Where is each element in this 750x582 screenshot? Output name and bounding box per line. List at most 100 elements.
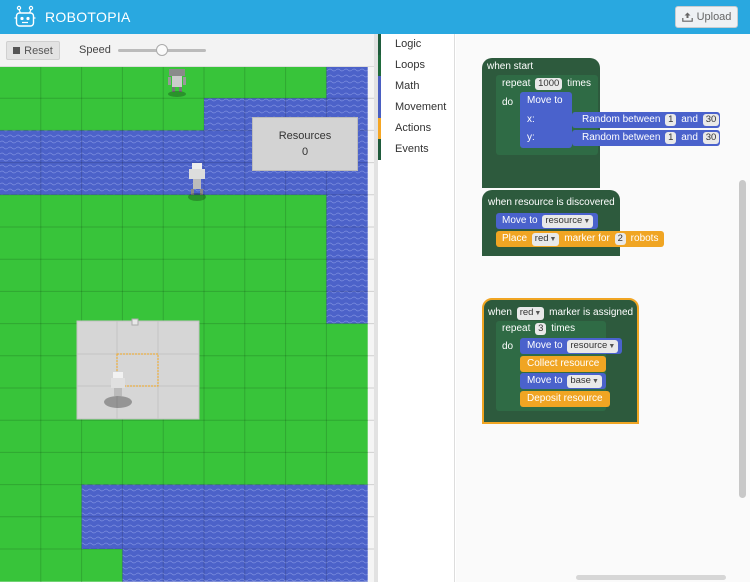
assigned-label: marker is assigned xyxy=(549,307,634,318)
target-dropdown[interactable]: base▼ xyxy=(567,375,602,388)
water-tile xyxy=(40,130,83,164)
category-actions[interactable]: Actions xyxy=(378,118,454,139)
grass-tile xyxy=(122,227,164,260)
move-to-label: Move to xyxy=(527,375,563,386)
resources-panel: Resources 0 xyxy=(252,117,358,171)
grass-tile xyxy=(163,259,205,292)
grass-tile xyxy=(204,452,246,486)
block-category-list: Logic Loops Math Movement Actions Events xyxy=(378,34,455,582)
grass-tile xyxy=(163,452,205,486)
reset-button[interactable]: Reset xyxy=(6,41,60,60)
grass-tile xyxy=(0,516,42,550)
water-tile xyxy=(163,484,205,518)
grass-tile xyxy=(122,452,164,486)
grass-tile xyxy=(0,259,42,292)
world-grid[interactable]: Resources 0 xyxy=(0,67,374,582)
water-tile xyxy=(204,549,246,582)
target-dropdown[interactable]: resource▼ xyxy=(567,340,619,353)
water-tile xyxy=(40,162,83,196)
speed-slider[interactable] xyxy=(118,44,206,56)
grass-tile xyxy=(204,420,246,453)
grass-tile xyxy=(204,388,246,421)
robot-count-field[interactable]: 2 xyxy=(614,233,626,245)
grass-tile xyxy=(244,420,287,453)
place-marker-block[interactable]: Place red▼ marker for 2 robots xyxy=(496,231,664,247)
grass-tile xyxy=(40,194,83,228)
water-tile xyxy=(81,130,123,164)
speed-slider-thumb[interactable] xyxy=(156,44,168,56)
grass-tile xyxy=(204,259,246,292)
grass-tile xyxy=(326,420,368,453)
grass-tile xyxy=(40,516,83,550)
category-events[interactable]: Events xyxy=(378,139,454,160)
grass-tile xyxy=(81,194,123,228)
grass-tile xyxy=(285,355,327,389)
water-tile xyxy=(244,516,287,550)
water-tile xyxy=(163,130,205,164)
grass-tile xyxy=(285,67,327,99)
upload-icon xyxy=(681,12,693,22)
grass-tile xyxy=(204,67,246,99)
repeat-count-field[interactable]: 1000 xyxy=(535,78,563,90)
workspace-horizontal-scrollbar[interactable] xyxy=(576,575,726,580)
water-tile xyxy=(0,162,42,196)
grass-tile xyxy=(326,388,368,421)
move-to-block[interactable]: Move to x: y: xyxy=(520,92,572,148)
grass-tile xyxy=(0,67,42,99)
workspace-vertical-scrollbar[interactable] xyxy=(739,180,746,498)
move-to-resource-block[interactable]: Move to resource▼ xyxy=(496,213,598,229)
category-loops[interactable]: Loops xyxy=(378,55,454,76)
upload-button[interactable]: Upload xyxy=(675,6,738,28)
grass-tile xyxy=(40,549,83,582)
grass-tile xyxy=(81,98,123,131)
collect-resource-block[interactable]: Collect resource xyxy=(520,356,606,372)
water-tile xyxy=(326,484,368,518)
water-tile xyxy=(326,227,368,260)
deposit-resource-block[interactable]: Deposit resource xyxy=(520,391,610,407)
deposit-label: Deposit resource xyxy=(527,393,603,404)
grass-tile xyxy=(326,452,368,486)
random-min-field[interactable]: 1 xyxy=(665,132,677,144)
resource-discovered-label: when resource is discovered xyxy=(488,197,615,208)
grass-tile xyxy=(0,291,42,325)
target-dropdown[interactable]: resource▼ xyxy=(542,215,594,228)
category-math[interactable]: Math xyxy=(378,76,454,97)
water-tile xyxy=(244,549,287,582)
repeat-count-field[interactable]: 3 xyxy=(535,323,547,335)
category-label: Actions xyxy=(395,122,432,134)
y-label: y: xyxy=(527,132,535,143)
random-min-field[interactable]: 1 xyxy=(665,114,677,126)
random-y-block[interactable]: Random between 1 and 30 xyxy=(572,130,720,146)
water-tile xyxy=(163,516,205,550)
blocks-workspace[interactable]: when start repeat 1000 times do Move to … xyxy=(456,34,750,582)
water-tile xyxy=(0,130,42,164)
category-label: Math xyxy=(395,80,420,92)
upload-label: Upload xyxy=(696,11,732,23)
marker-color-dropdown[interactable]: red▼ xyxy=(516,307,545,320)
grass-tile xyxy=(0,355,42,389)
grass-tile xyxy=(204,323,246,357)
water-tile xyxy=(81,516,123,550)
random-max-field[interactable]: 30 xyxy=(702,132,720,144)
and-label: and xyxy=(681,114,698,125)
random-x-block[interactable]: Random between 1 and 30 xyxy=(572,112,720,128)
category-color-swatch xyxy=(378,76,381,97)
water-tile xyxy=(122,484,164,518)
grass-tile xyxy=(285,420,327,453)
grass-tile xyxy=(122,420,164,453)
move-to-resource-block[interactable]: Move to resource▼ xyxy=(520,338,622,354)
move-to-base-block[interactable]: Move to base▼ xyxy=(520,373,606,389)
app-title: ROBOTOPIA xyxy=(45,9,131,25)
category-label: Movement xyxy=(395,101,447,113)
when-label: when xyxy=(488,307,512,318)
category-movement[interactable]: Movement xyxy=(378,97,454,118)
marker-color-dropdown[interactable]: red▼ xyxy=(531,233,560,246)
grass-tile xyxy=(40,259,83,292)
grass-tile xyxy=(163,98,205,131)
category-logic[interactable]: Logic xyxy=(378,34,454,55)
marker-for-label: marker for xyxy=(564,233,610,244)
robot-sprite xyxy=(168,69,186,97)
random-max-field[interactable]: 30 xyxy=(702,114,720,126)
repeat-suffix: times xyxy=(551,323,576,334)
random-label: Random between xyxy=(582,114,661,125)
